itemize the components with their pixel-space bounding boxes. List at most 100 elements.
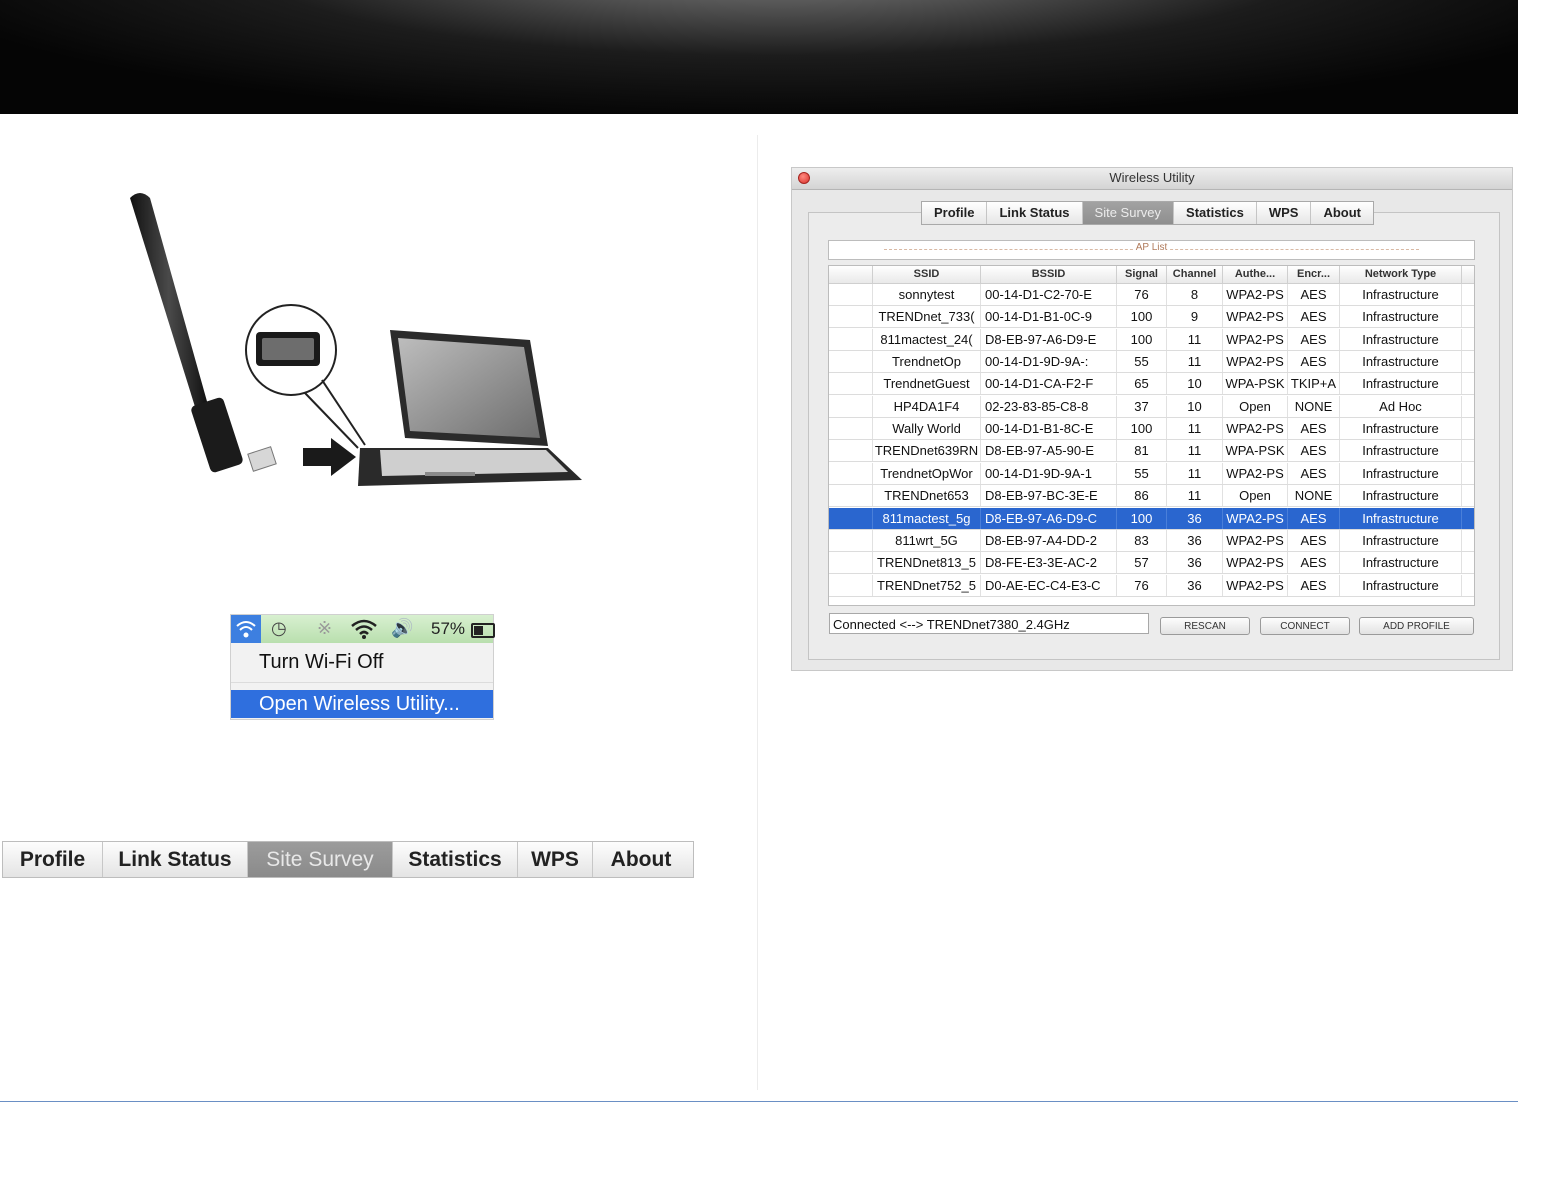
row-spacer	[829, 552, 873, 573]
tab-wps[interactable]: WPS	[518, 842, 593, 877]
table-cell: Infrastructure	[1340, 418, 1462, 439]
connect-button[interactable]: CONNECT	[1260, 617, 1350, 635]
table-cell: Ad Hoc	[1340, 396, 1462, 417]
table-row[interactable]: TRENDnet653 D8-EB-97-BC-3E-E 86 11 Open NONE I…	[829, 485, 1474, 507]
table-row[interactable]: TrendnetOpWor 00-14-D1-9D-9A-1 55 11 WPA2-PS…	[829, 463, 1474, 485]
table-cell: 10	[1167, 396, 1223, 417]
table-row[interactable]: Wally World 00-14-D1-B1-8C-E 100 11 WPA2-PS A…	[829, 418, 1474, 440]
table-cell: 76	[1117, 575, 1167, 596]
ap-table-header: SSID BSSID Signal Channel Authe... Encr... Net…	[829, 266, 1474, 284]
table-cell: TrendnetGuest	[873, 373, 981, 394]
row-spacer	[829, 373, 873, 394]
tab-about[interactable]: About	[593, 842, 689, 877]
tab-about[interactable]: About	[1311, 202, 1373, 224]
tab-link-status[interactable]: Link Status	[103, 842, 248, 877]
column-header[interactable]: Encr...	[1288, 266, 1340, 283]
table-cell: 100	[1117, 306, 1167, 327]
wireless-utility-window: Wireless Utility Profile Link Status Sit…	[791, 167, 1513, 671]
table-cell: 11	[1167, 351, 1223, 372]
tab-wps[interactable]: WPS	[1257, 202, 1312, 224]
table-cell: sonnytest	[873, 284, 981, 305]
table-row[interactable]: 811mactest_24(D8-EB-97-A6-D9-E 100 11 WPA2-…	[829, 329, 1474, 351]
table-row[interactable]: TRENDnet813_5 D8-FE-E3-3E-AC-2 57 36 WPA2-PS…	[829, 552, 1474, 574]
table-cell: 36	[1167, 530, 1223, 551]
table-row[interactable]: 811mactest_5g D8-EB-97-A6-D9-C 100 36 WPA2-P…	[829, 508, 1474, 530]
column-divider	[757, 135, 758, 1090]
table-cell: WPA2-PS	[1223, 306, 1288, 327]
rescan-button[interactable]: RESCAN	[1160, 617, 1250, 635]
table-cell: 100	[1117, 329, 1167, 350]
table-cell: WPA2-PS	[1223, 530, 1288, 551]
table-cell: WPA2-PS	[1223, 552, 1288, 573]
table-cell: 10	[1167, 373, 1223, 394]
table-cell: 65	[1117, 373, 1167, 394]
column-header[interactable]: BSSID	[981, 266, 1117, 283]
table-cell: 55	[1117, 351, 1167, 372]
table-cell: D0-AE-EC-C4-E3-C	[981, 575, 1117, 596]
table-cell: AES	[1288, 463, 1340, 484]
table-cell: 11	[1167, 440, 1223, 461]
add-profile-button[interactable]: ADD PROFILE	[1359, 617, 1474, 635]
table-cell: Infrastructure	[1340, 575, 1462, 596]
table-cell: 00-14-D1-9D-9A-1	[981, 463, 1117, 484]
column-header[interactable]: SSID	[873, 266, 981, 283]
table-cell: TrendnetOp	[873, 351, 981, 372]
battery-icon[interactable]	[471, 623, 495, 638]
tab-statistics[interactable]: Statistics	[393, 842, 518, 877]
table-row[interactable]: TrendnetOp 00-14-D1-9D-9A-: 55 11 WPA2-PS AES…	[829, 351, 1474, 373]
tab-statistics[interactable]: Statistics	[1174, 202, 1257, 224]
turn-wifi-off-item[interactable]: Turn Wi-Fi Off	[231, 648, 493, 676]
table-cell: 9	[1167, 306, 1223, 327]
table-row[interactable]: TrendnetGuest 00-14-D1-CA-F2-F 65 10 WPA-PSK…	[829, 373, 1474, 395]
row-spacer	[829, 508, 873, 529]
table-cell: 00-14-D1-B1-8C-E	[981, 418, 1117, 439]
table-cell: Infrastructure	[1340, 373, 1462, 394]
row-spacer	[829, 463, 873, 484]
zoom-callout	[245, 304, 366, 449]
tab-profile[interactable]: Profile	[922, 202, 988, 224]
table-cell: WPA2-PS	[1223, 418, 1288, 439]
tab-link-status[interactable]: Link Status	[987, 202, 1083, 224]
table-cell: WPA2-PS	[1223, 329, 1288, 350]
table-cell: TrendnetOpWor	[873, 463, 981, 484]
tab-site-survey[interactable]: Site Survey	[248, 842, 393, 877]
time-machine-icon[interactable]: ◷	[271, 618, 287, 639]
table-cell: Infrastructure	[1340, 552, 1462, 573]
table-cell: Infrastructure	[1340, 329, 1462, 350]
table-cell: 00-14-D1-C2-70-E	[981, 284, 1117, 305]
row-spacer	[829, 306, 873, 327]
table-row[interactable]: TRENDnet639RN D8-EB-97-A5-90-E 81 11 WPA-PSK…	[829, 440, 1474, 462]
column-header[interactable]: Signal	[1117, 266, 1167, 283]
ap-list-table[interactable]: SSID BSSID Signal Channel Authe... Encr... Net…	[828, 265, 1475, 606]
table-cell: 11	[1167, 418, 1223, 439]
table-cell: D8-EB-97-BC-3E-E	[981, 485, 1117, 506]
tab-profile[interactable]: Profile	[3, 842, 103, 877]
table-cell: Infrastructure	[1340, 306, 1462, 327]
table-cell: Infrastructure	[1340, 508, 1462, 529]
open-wireless-utility-item[interactable]: Open Wireless Utility...	[231, 690, 493, 718]
table-row[interactable]: sonnytest 00-14-D1-C2-70-E 76 8 WPA2-PS AES In…	[829, 284, 1474, 306]
row-spacer	[829, 284, 873, 305]
table-row[interactable]: TRENDnet_733(00-14-D1-B1-0C-9 100 9 WPA2-PS…	[829, 306, 1474, 328]
window-title: Wireless Utility	[1109, 170, 1195, 185]
volume-icon[interactable]: 🔊	[391, 618, 413, 639]
wifi-signal-icon[interactable]	[349, 618, 379, 645]
table-cell: 100	[1117, 508, 1167, 529]
table-row[interactable]: HP4DA1F4 02-23-83-85-C8-8 37 10 Open NONE Ad H…	[829, 396, 1474, 418]
table-cell: 11	[1167, 485, 1223, 506]
table-row[interactable]: TRENDnet752_5 D0-AE-EC-C4-E3-C 76 36 WPA2-PS…	[829, 575, 1474, 597]
footer-rule	[0, 1101, 1518, 1102]
table-cell: 8	[1167, 284, 1223, 305]
table-cell: WPA2-PS	[1223, 508, 1288, 529]
table-row[interactable]: 811wrt_5G D8-EB-97-A4-DD-2 83 36 WPA2-PS AES I…	[829, 530, 1474, 552]
column-header[interactable]: Channel	[1167, 266, 1223, 283]
table-cell: Open	[1223, 485, 1288, 506]
wifi-icon[interactable]	[231, 615, 261, 643]
table-cell: Wally World	[873, 418, 981, 439]
table-cell: AES	[1288, 508, 1340, 529]
tab-site-survey[interactable]: Site Survey	[1082, 202, 1175, 224]
column-header[interactable]: Authe...	[1223, 266, 1288, 283]
bluetooth-icon[interactable]: ※	[317, 618, 332, 639]
table-cell: D8-FE-E3-3E-AC-2	[981, 552, 1117, 573]
column-header[interactable]: Network Type	[1340, 266, 1462, 283]
